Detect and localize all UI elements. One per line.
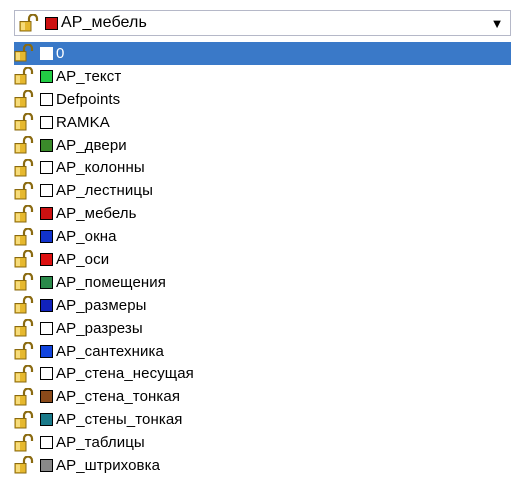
layer-item[interactable]: AP_размеры (14, 294, 511, 317)
layer-label: Defpoints (56, 90, 121, 108)
layer-item[interactable]: AP_стена_несущая (14, 362, 511, 385)
layer-item[interactable]: AP_двери (14, 134, 511, 157)
layer-item[interactable]: AP_колонны (14, 156, 511, 179)
layer-label: AP_стена_несущая (56, 365, 194, 383)
layer-item[interactable]: RAMKA (14, 111, 511, 134)
selected-layer-label: AP_мебель (61, 14, 147, 31)
layer-label: AP_мебель (56, 205, 137, 223)
unlocked-padlock-icon (14, 113, 38, 131)
layer-item[interactable]: 0 (14, 42, 511, 65)
layer-item[interactable]: AP_стены_тонкая (14, 408, 511, 431)
color-swatch (40, 252, 53, 266)
layer-label: AP_окна (56, 228, 117, 246)
color-swatch (45, 16, 58, 30)
unlocked-padlock-icon (14, 67, 38, 85)
color-swatch (40, 413, 53, 427)
layer-label: AP_разрезы (56, 319, 143, 337)
layer-list: 0 AP_текст Defpoints RAMKA AP_двери AP_колонн… (14, 42, 511, 500)
unlocked-padlock-icon (14, 44, 38, 62)
unlocked-padlock-icon (19, 14, 43, 32)
unlocked-padlock-icon (14, 181, 38, 200)
layer-label: AP_текст (56, 67, 122, 85)
layer-item[interactable]: AP_таблицы (14, 431, 511, 454)
color-swatch (40, 230, 53, 244)
color-swatch (40, 184, 53, 198)
unlocked-padlock-icon (14, 456, 38, 474)
chevron-down-icon[interactable]: ▼ (484, 11, 510, 35)
color-swatch (40, 207, 53, 221)
unlocked-padlock-icon (14, 319, 38, 337)
unlocked-padlock-icon (14, 204, 38, 223)
color-swatch (40, 115, 53, 129)
unlocked-padlock-icon (14, 364, 38, 383)
color-swatch (40, 46, 53, 60)
layer-label: RAMKA (56, 113, 110, 131)
layer-item[interactable]: AP_штриховка (14, 454, 511, 477)
unlocked-padlock-icon (14, 90, 38, 108)
color-swatch (40, 321, 53, 335)
color-swatch (40, 298, 53, 312)
color-swatch (40, 69, 53, 83)
layer-label: 0 (56, 44, 65, 62)
color-swatch (40, 138, 53, 152)
layer-item[interactable]: AP_стена_тонкая (14, 385, 511, 408)
layer-dropdown[interactable]: AP_мебель ▼ (14, 10, 511, 36)
unlocked-padlock-icon (14, 136, 38, 154)
unlocked-padlock-icon (14, 227, 38, 246)
layer-label: AP_помещения (56, 273, 166, 291)
unlocked-padlock-icon (14, 273, 38, 291)
unlocked-padlock-icon (14, 387, 38, 406)
unlocked-padlock-icon (14, 296, 38, 314)
layer-item[interactable]: AP_помещения (14, 271, 511, 294)
layer-label: AP_колонны (56, 159, 145, 177)
layer-label: AP_штриховка (56, 456, 161, 474)
color-swatch (40, 161, 53, 175)
layer-label: AP_стена_тонкая (56, 388, 181, 406)
color-swatch (40, 344, 53, 358)
layer-label: AP_двери (56, 136, 127, 154)
layer-label: AP_таблицы (56, 434, 145, 452)
layer-item[interactable]: AP_сантехника (14, 340, 511, 363)
layer-item[interactable]: AP_окна (14, 225, 511, 248)
layer-item[interactable]: AP_лестницы (14, 179, 511, 202)
color-swatch (40, 92, 53, 106)
color-swatch (40, 436, 53, 450)
unlocked-padlock-icon (14, 158, 38, 177)
layer-item[interactable]: AP_мебель (14, 202, 511, 225)
layer-label: AP_оси (56, 250, 110, 268)
layer-item[interactable]: AP_разрезы (14, 317, 511, 340)
layer-label: AP_стены_тонкая (56, 411, 183, 429)
unlocked-padlock-icon (14, 342, 38, 360)
layer-item[interactable]: AP_текст (14, 65, 511, 88)
layer-item[interactable]: AP_оси (14, 248, 511, 271)
layer-label: AP_сантехника (56, 342, 164, 360)
unlocked-padlock-icon (14, 250, 38, 268)
color-swatch (40, 275, 53, 289)
color-swatch (40, 367, 53, 381)
unlocked-padlock-icon (14, 410, 38, 429)
color-swatch (40, 390, 53, 404)
layer-item[interactable]: Defpoints (14, 88, 511, 111)
color-swatch (40, 458, 53, 472)
layer-label: AP_лестницы (56, 182, 153, 200)
unlocked-padlock-icon (14, 433, 38, 452)
layer-label: AP_размеры (56, 296, 147, 314)
